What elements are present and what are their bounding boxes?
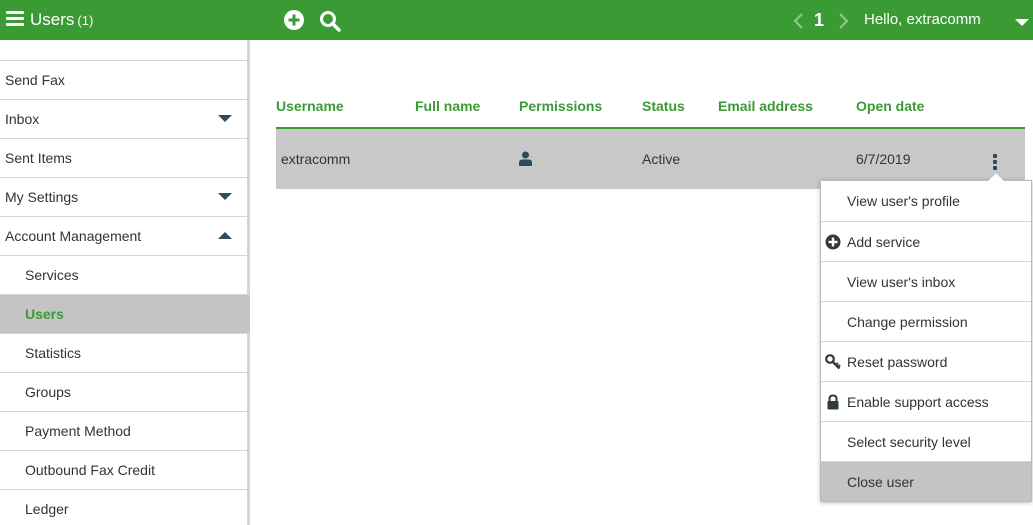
menu-item-label: Reset password [847, 354, 948, 370]
sidebar-item-label: Ledger [25, 501, 69, 517]
sidebar-item-users[interactable]: Users [0, 294, 250, 333]
search-icon[interactable] [319, 10, 341, 32]
sidebar-item-label: Outbound Fax Credit [25, 462, 155, 478]
page-title: Users (1) [30, 10, 93, 30]
sidebar-item-label: Sent Items [5, 150, 72, 166]
user-count: (1) [77, 13, 94, 28]
menu-item-view-inbox[interactable]: View user's inbox [821, 261, 1031, 301]
menu-item-enable-support-access[interactable]: Enable support access [821, 381, 1031, 421]
menu-item-change-permission[interactable]: Change permission [821, 301, 1031, 341]
context-menu-pointer-fill [988, 173, 1004, 181]
next-page-icon[interactable] [838, 12, 850, 30]
lock-icon [827, 394, 839, 410]
menu-item-select-security-level[interactable]: Select security level [821, 421, 1031, 461]
sidebar-item-sent-items[interactable]: Sent Items [0, 138, 250, 177]
sidebar-item-inbox[interactable]: Inbox [0, 99, 250, 138]
sidebar-item-label: Account Management [5, 228, 142, 244]
sidebar-item-my-settings[interactable]: My Settings [0, 177, 250, 216]
sidebar-item-label: Inbox [5, 111, 40, 127]
chevron-down-icon[interactable] [218, 193, 232, 200]
user-icon [519, 151, 532, 166]
context-menu: View user's profile Add service View use… [820, 180, 1032, 502]
sidebar-item-services[interactable]: Services [0, 255, 250, 294]
sidebar-item-label: Users [25, 306, 64, 322]
chevron-up-icon[interactable] [218, 232, 232, 239]
column-header-username[interactable]: Username [276, 98, 344, 114]
sidebar-item-ledger[interactable]: Ledger [0, 489, 250, 525]
sidebar-item-label: My Settings [5, 189, 79, 205]
sidebar: Send Fax Inbox Sent Items My Settings Ac… [0, 40, 250, 525]
cell-status: Active [642, 151, 681, 167]
menu-item-label: Enable support access [847, 394, 989, 410]
cell-username: extracomm [281, 151, 351, 167]
hamburger-menu-icon[interactable] [6, 11, 24, 27]
sidebar-item-label: Groups [25, 384, 71, 400]
plus-circle-icon [825, 234, 841, 250]
column-header-open-date[interactable]: Open date [856, 98, 924, 114]
sidebar-item-account-management[interactable]: Account Management [0, 216, 250, 255]
menu-item-add-service[interactable]: Add service [821, 221, 1031, 261]
chevron-down-icon[interactable] [218, 115, 232, 122]
top-bar: Users (1) 1 Hello, extracomm [0, 0, 1033, 40]
page-title-text: Users [30, 10, 75, 29]
cell-open-date: 6/7/2019 [856, 151, 911, 167]
user-greeting[interactable]: Hello, extracomm [864, 11, 981, 28]
column-header-permissions[interactable]: Permissions [519, 98, 602, 114]
column-header-status[interactable]: Status [642, 98, 685, 114]
previous-page-icon[interactable] [792, 12, 804, 30]
menu-item-label: Close user [847, 474, 914, 490]
key-icon [825, 354, 841, 370]
column-header-full-name[interactable]: Full name [415, 98, 480, 114]
page-number: 1 [814, 10, 825, 30]
menu-item-label: View user's inbox [847, 274, 956, 290]
menu-item-view-profile[interactable]: View user's profile [821, 181, 1031, 221]
sidebar-item-groups[interactable]: Groups [0, 372, 250, 411]
sidebar-item-statistics[interactable]: Statistics [0, 333, 250, 372]
sidebar-item-outbound-fax-credit[interactable]: Outbound Fax Credit [0, 450, 250, 489]
sidebar-item-send-fax[interactable]: Send Fax [0, 60, 250, 99]
add-user-icon[interactable] [284, 10, 304, 30]
chevron-down-icon[interactable] [1015, 19, 1029, 26]
menu-item-label: Add service [847, 234, 921, 250]
sidebar-item-label: Send Fax [5, 72, 65, 88]
sidebar-item-label: Payment Method [25, 423, 131, 439]
sidebar-item-label: Statistics [25, 345, 82, 361]
menu-item-close-user[interactable]: Close user [821, 461, 1031, 501]
more-options-icon[interactable] [992, 154, 998, 172]
sidebar-item-label: Services [25, 267, 79, 283]
menu-item-reset-password[interactable]: Reset password [821, 341, 1031, 381]
menu-item-label: Change permission [847, 314, 968, 330]
sidebar-item-payment-method[interactable]: Payment Method [0, 411, 250, 450]
column-header-email[interactable]: Email address [718, 98, 813, 114]
menu-item-label: Select security level [847, 434, 971, 450]
menu-item-label: View user's profile [847, 193, 960, 209]
